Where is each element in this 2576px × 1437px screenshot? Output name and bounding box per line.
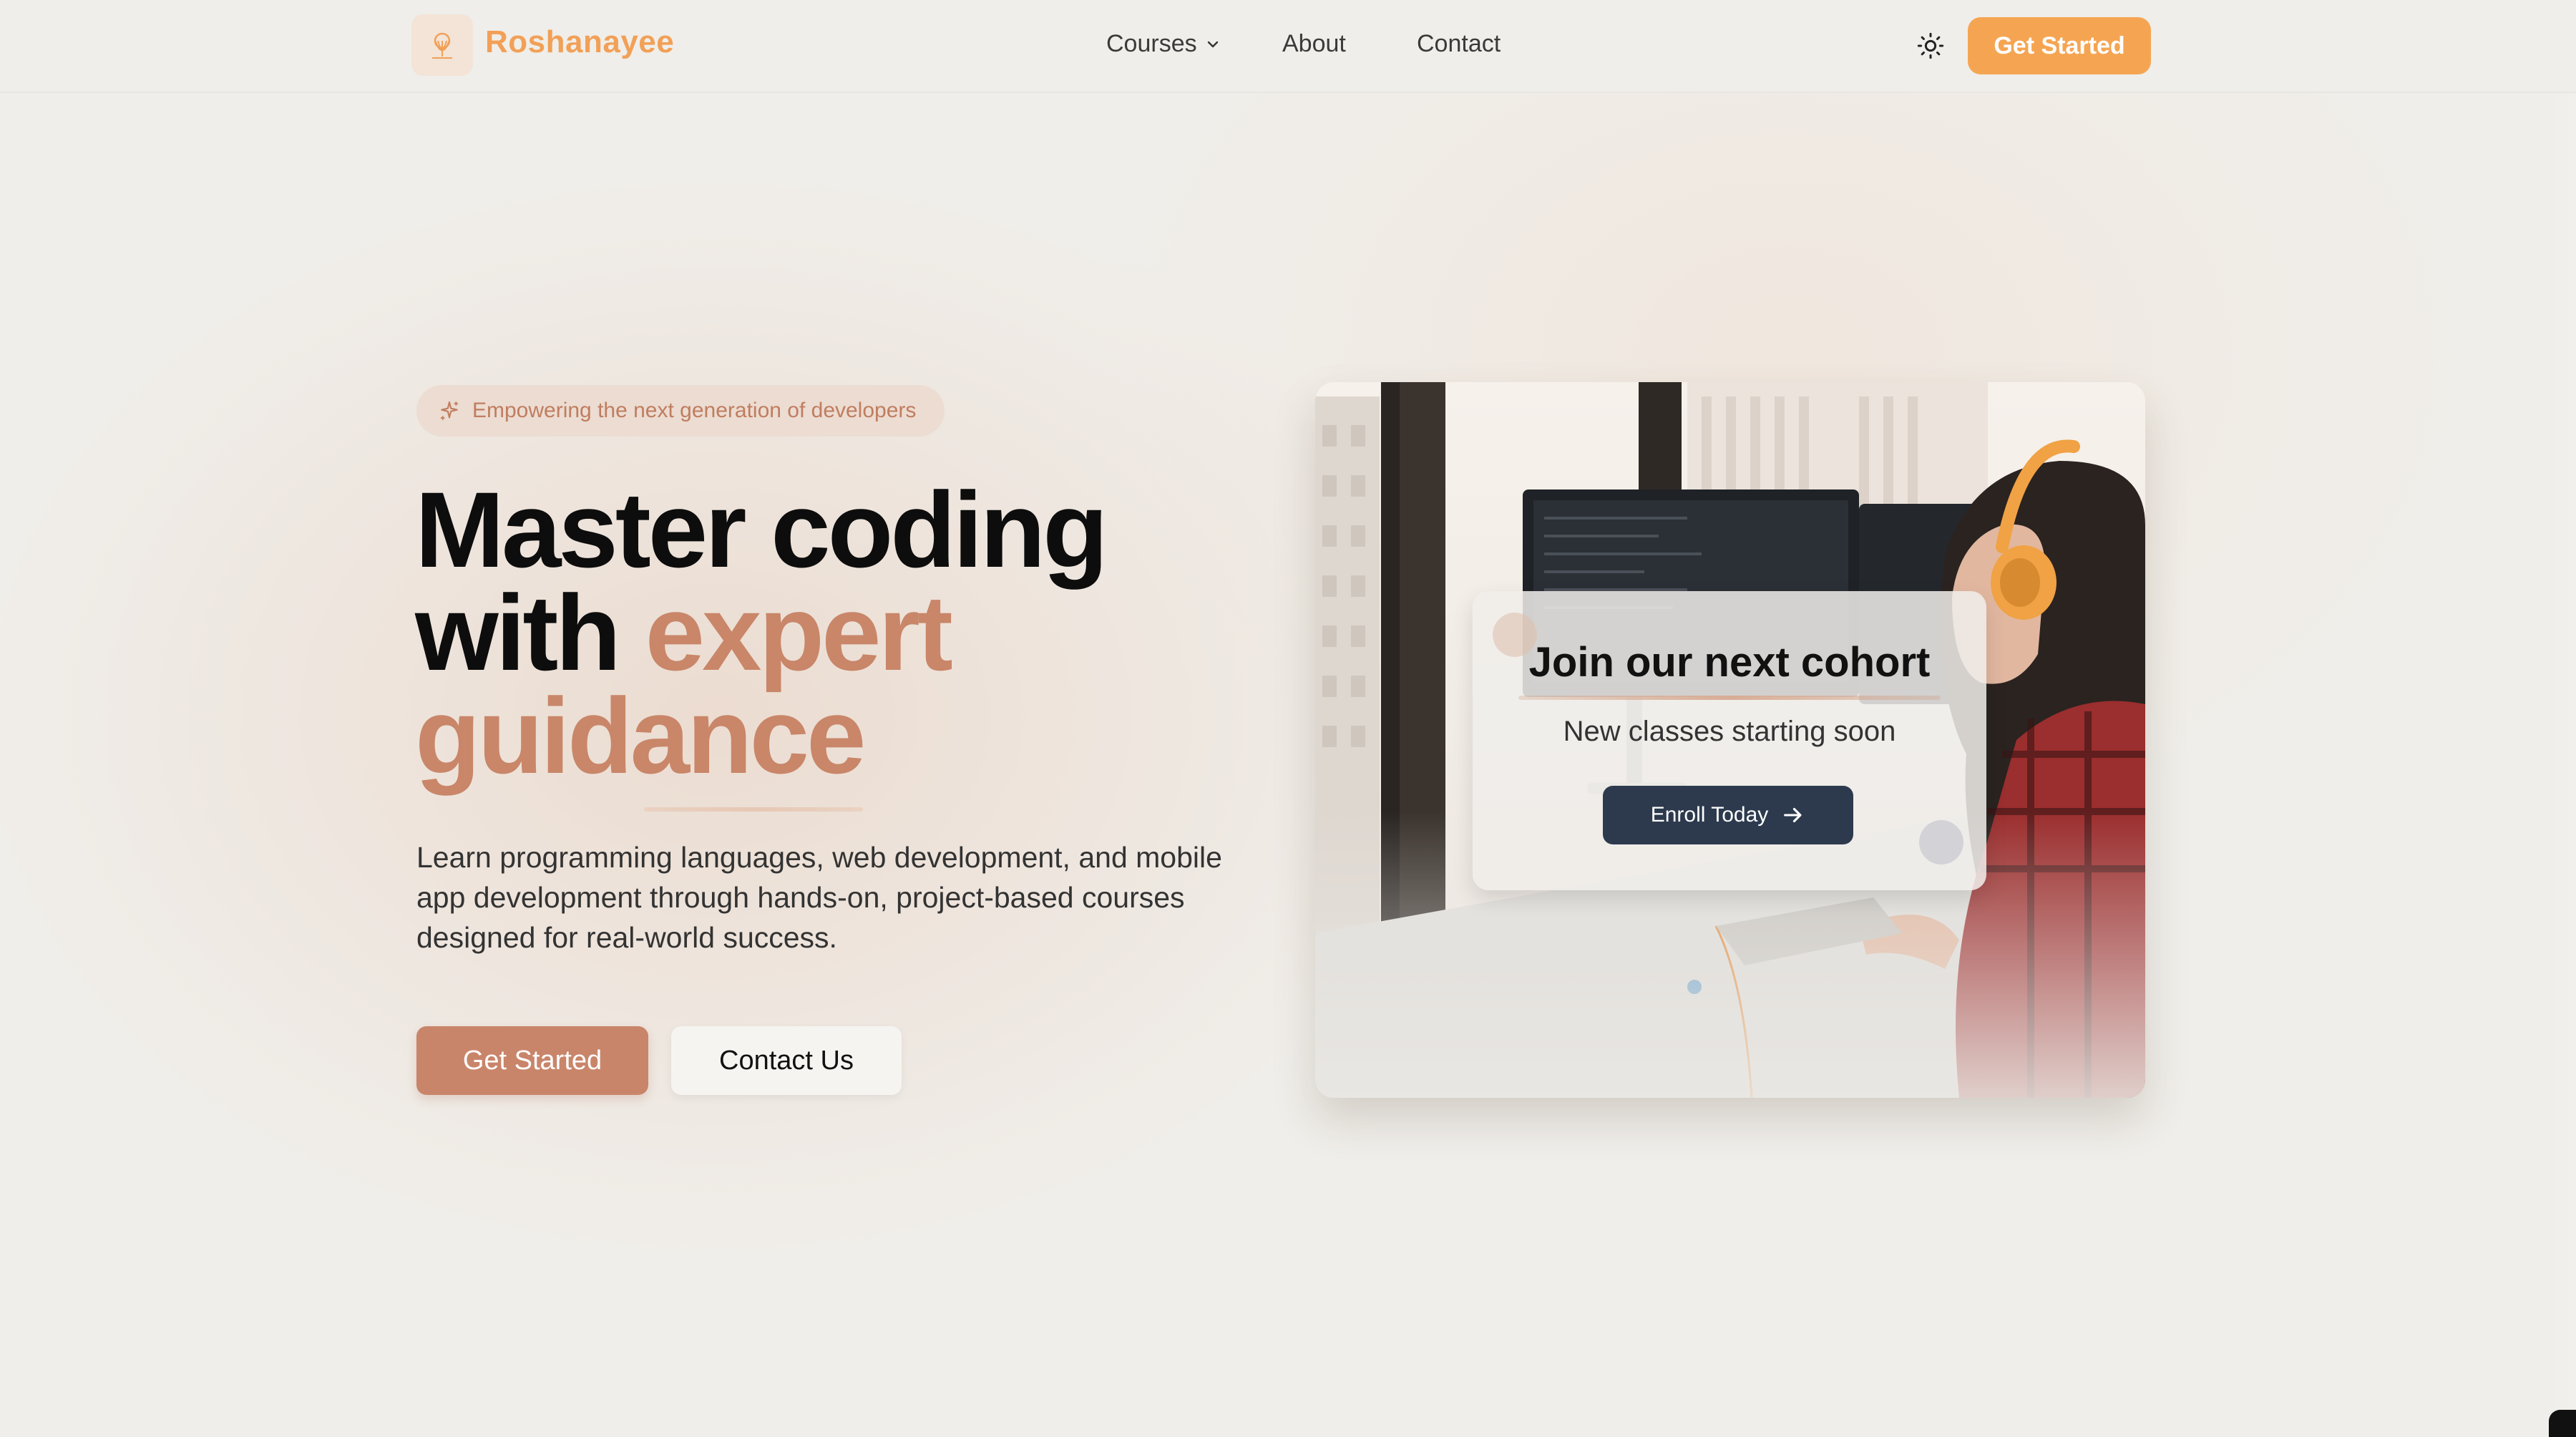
sparkle-icon [440, 401, 459, 420]
get-started-button[interactable]: Get Started [416, 1026, 648, 1095]
cohort-title-underline [1518, 696, 1941, 700]
hero-description: Learn programming languages, web develop… [416, 841, 1222, 954]
nav-about-label: About [1282, 30, 1346, 57]
nav-contact[interactable]: Contact [1417, 30, 1501, 58]
hero-image-card: Join our next cohort New classes startin… [1315, 382, 2145, 1098]
headline-line2-plain: with [415, 573, 645, 693]
headline-underline [644, 807, 863, 812]
nav-courses[interactable]: Courses [1106, 30, 1221, 58]
cohort-subtitle: New classes starting soon [1563, 716, 1896, 747]
nav-courses-label: Courses [1106, 30, 1197, 57]
theme-toggle-button[interactable] [1912, 27, 1949, 64]
nav-get-started-button[interactable]: Get Started [1968, 17, 2151, 74]
enroll-today-label: Enroll Today [1650, 803, 1769, 827]
cohort-card: Join our next cohort New classes startin… [1473, 591, 1986, 890]
enroll-today-button[interactable]: Enroll Today [1603, 786, 1853, 844]
contact-us-button[interactable]: Contact Us [671, 1026, 902, 1095]
headline-accent-expert: expert [645, 573, 953, 693]
brand-logo[interactable] [411, 14, 473, 76]
hero-edge [2547, 93, 2576, 1437]
tagline-text: Empowering the next generation of develo… [472, 399, 917, 422]
hero-headline: Master coding with expert guidance [415, 476, 1202, 789]
tagline-badge: Empowering the next generation of develo… [416, 385, 945, 437]
top-navbar: Roshanayee Courses About Contact Get Sta… [0, 0, 2576, 93]
logo-icon [432, 32, 452, 59]
chevron-down-icon [1207, 41, 1218, 47]
nav-about[interactable]: About [1282, 30, 1346, 58]
arrow-right-icon [1784, 807, 1802, 823]
headline-line1: Master coding [415, 469, 1108, 590]
headline-accent-guidance: guidance [415, 676, 866, 796]
sun-icon [1917, 32, 1944, 59]
decorative-dot [1919, 820, 1963, 864]
corner-widget[interactable] [2549, 1410, 2576, 1437]
nav-contact-label: Contact [1417, 30, 1501, 57]
brand-name[interactable]: Roshanayee [485, 24, 674, 60]
page-background [0, 0, 2576, 1437]
cohort-title: Join our next cohort [1528, 639, 1931, 686]
